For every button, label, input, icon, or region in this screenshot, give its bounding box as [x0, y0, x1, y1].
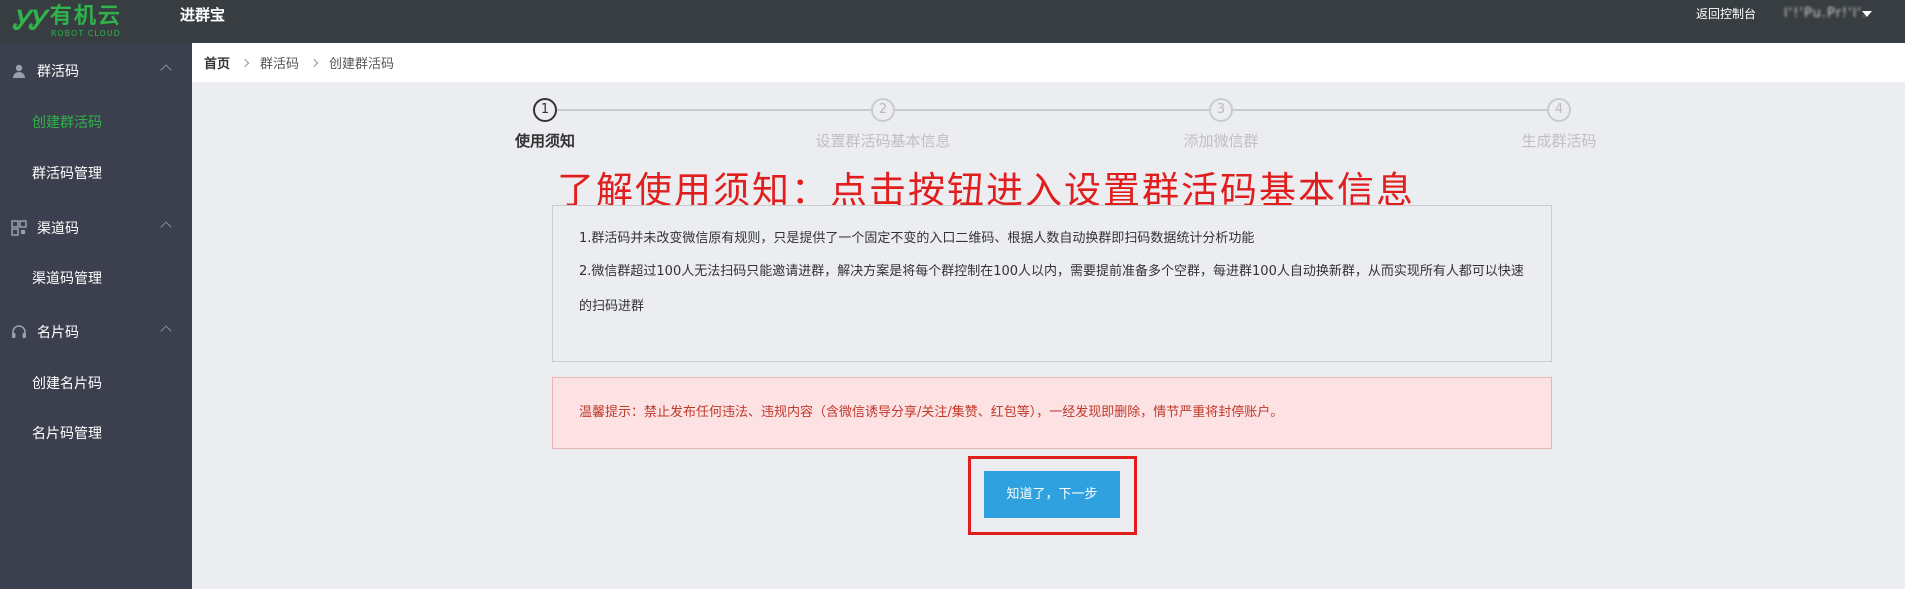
headset-icon: [11, 324, 27, 340]
sidebar-group-label: 群活码: [37, 64, 79, 80]
warning-notice: 温馨提示：禁止发布任何违法、违规内容（含微信诱导分享/关注/集赞、红包等），一经…: [552, 377, 1552, 449]
breadcrumb-home[interactable]: 首页: [204, 53, 230, 72]
step-connector: [1233, 109, 1547, 111]
chevron-up-icon: [160, 64, 172, 76]
next-step-button[interactable]: 知道了，下一步: [984, 471, 1120, 518]
sidebar-group-label: 渠道码: [37, 221, 79, 237]
step-1-indicator: 1: [533, 98, 557, 122]
sidebar-item-create-qun-huoma[interactable]: 创建群活码: [0, 101, 192, 145]
sidebar-group-label: 名片码: [37, 325, 79, 341]
step-3-label: 添加微信群: [1183, 132, 1259, 150]
sidebar: 群活码 创建群活码 群活码管理 渠道码 渠道码管理 名片码 创建名片码 名片码管…: [0, 43, 192, 589]
qr-grid-icon: [11, 220, 27, 236]
sidebar-item-create-card-code[interactable]: 创建名片码: [0, 362, 192, 406]
user-name[interactable]: l'!'Pu.Pr!'l'.: [1784, 0, 1867, 28]
step-1-label: 使用须知: [514, 132, 576, 150]
step-2-label: 设置群活码基本信息: [815, 132, 951, 150]
chevron-right-icon: [240, 58, 250, 67]
breadcrumb-current: 创建群活码: [329, 57, 395, 72]
breadcrumb-qun-huoma[interactable]: 群活码: [260, 53, 299, 72]
sidebar-group-card-code[interactable]: 名片码: [0, 310, 192, 354]
app-title: 进群宝: [180, 6, 226, 24]
usage-note-1: 1.群活码并未改变微信原有规则，只是提供了一个固定不变的入口二维码、根据人数自动…: [579, 231, 1255, 246]
usage-notes-box: 1.群活码并未改变微信原有规则，只是提供了一个固定不变的入口二维码、根据人数自动…: [552, 205, 1552, 362]
chevron-up-icon: [160, 221, 172, 233]
step-4-indicator: 4: [1547, 98, 1571, 122]
usage-note-2: 2.微信群超过100人无法扫码只能邀请进群，解决方案是将每个群控制在100人以内…: [579, 264, 1524, 314]
sidebar-item-manage-card-code[interactable]: 名片码管理: [0, 412, 192, 456]
logo-en: ROBOT CLOUD: [50, 28, 121, 38]
caret-down-icon[interactable]: [1862, 11, 1872, 17]
user-icon: [11, 63, 27, 79]
chevron-up-icon: [160, 325, 172, 337]
back-to-console-link[interactable]: 返回控制台: [1696, 0, 1756, 28]
logo-cn: 有机云: [49, 3, 122, 29]
logo-mark: ᎩᎩ: [12, 5, 46, 36]
step-connector: [557, 109, 871, 111]
step-3-indicator: 3: [1209, 98, 1233, 122]
sidebar-group-channel-code[interactable]: 渠道码: [0, 206, 192, 250]
top-bar: ᎩᎩ 有机云 ROBOT CLOUD 进群宝 返回控制台 l'!'Pu.Pr!'…: [0, 0, 1905, 43]
step-2-indicator: 2: [871, 98, 895, 122]
sidebar-group-qun-huoma[interactable]: 群活码: [0, 49, 192, 93]
logo[interactable]: ᎩᎩ 有机云 ROBOT CLOUD: [12, 3, 122, 39]
step-connector: [895, 109, 1209, 111]
step-4-label: 生成群活码: [1521, 132, 1597, 150]
logo-text: 有机云 ROBOT CLOUD: [49, 3, 122, 38]
sidebar-item-manage-qun-huoma[interactable]: 群活码管理: [0, 152, 192, 196]
chevron-right-icon: [309, 58, 319, 67]
sidebar-item-manage-channel-code[interactable]: 渠道码管理: [0, 257, 192, 301]
breadcrumb: 首页 群活码 创建群活码: [192, 43, 1905, 82]
